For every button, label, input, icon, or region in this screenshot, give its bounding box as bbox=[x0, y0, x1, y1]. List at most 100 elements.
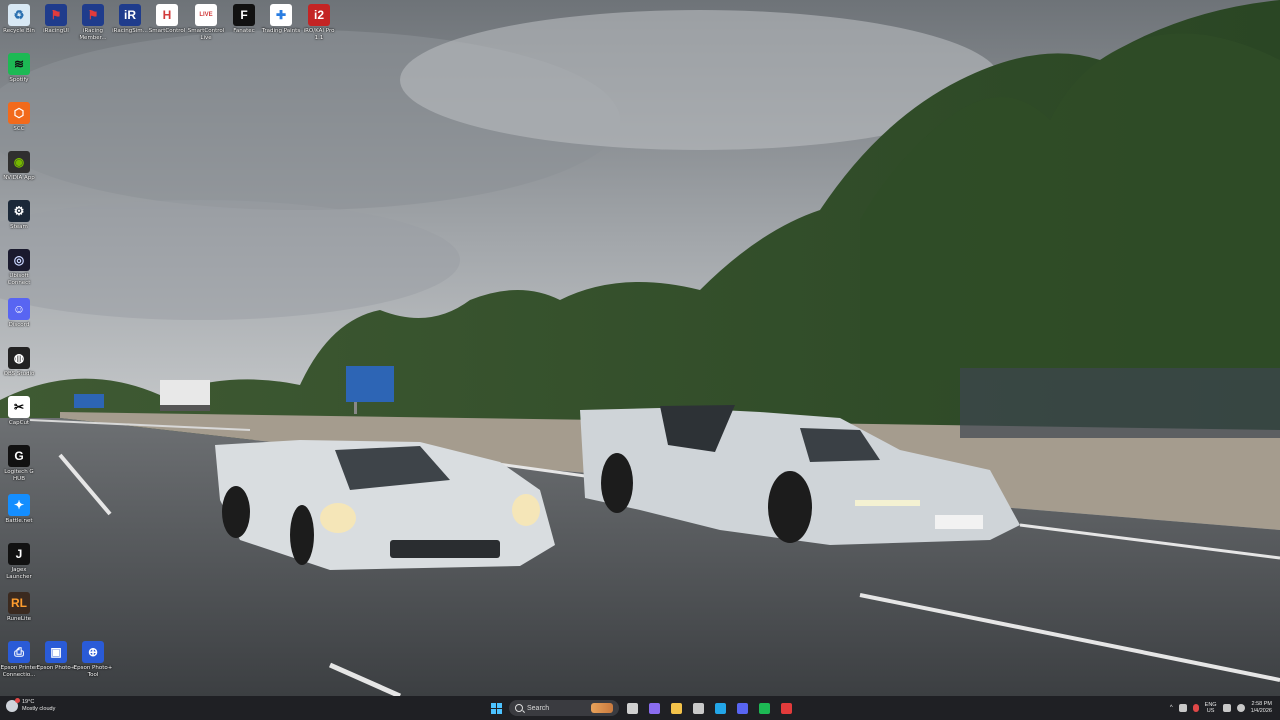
jagex-launcher-icon: J bbox=[8, 543, 30, 565]
discord-icon bbox=[736, 702, 748, 714]
search-placeholder: Search bbox=[527, 704, 550, 712]
desktop-icon-label: iRacing Member... bbox=[79, 28, 107, 41]
region-code: US bbox=[1206, 708, 1215, 714]
copilot-icon bbox=[648, 702, 660, 714]
desktop-icon-spotify[interactable]: ≋ Spotify bbox=[0, 53, 38, 84]
desktop-icon-label: SmartControl Live bbox=[187, 28, 225, 41]
chevron-up-icon[interactable]: ^ bbox=[1170, 705, 1173, 711]
desktop-icon-label: Steam bbox=[10, 224, 28, 230]
desktop-icon-iracing-member[interactable]: ⚑ iRacing Member... bbox=[74, 4, 112, 41]
desktop-icon-steam[interactable]: ⚙ Steam bbox=[0, 200, 38, 231]
desktop-icon-iracingui[interactable]: ⚑ iRacingUI bbox=[37, 4, 75, 35]
search-box[interactable]: Search bbox=[509, 700, 619, 716]
ubisoft-connect-icon: ◎ bbox=[8, 249, 30, 271]
smartcontrol-live-icon: LIVE bbox=[195, 4, 217, 26]
desktop-icon-label: Epson Printer Connectio... bbox=[0, 665, 38, 678]
desktop-icon-battle-net[interactable]: ✦ Battle.net bbox=[0, 494, 38, 525]
weather-temperature: 19°C bbox=[22, 699, 35, 705]
search-icon bbox=[515, 704, 523, 712]
desktop-icon-recycle-bin[interactable]: ♻ Recycle Bin bbox=[0, 4, 38, 35]
epson-photo-icon: ▣ bbox=[45, 641, 67, 663]
desktop-icon-label: iRO/KAI Pro 1.1 bbox=[303, 28, 335, 41]
desktop-icon-nvidia-app[interactable]: ◉ NVIDIA App bbox=[0, 151, 38, 182]
desktop-icon-label: NVIDIA App bbox=[3, 175, 35, 181]
taskbar-apps bbox=[623, 699, 795, 717]
monitor-icon[interactable] bbox=[1222, 704, 1231, 712]
desktop-icon-label: Epson Photo+ Tool bbox=[73, 665, 113, 678]
iro-kai-pro-1-1-icon: i2 bbox=[308, 4, 330, 26]
desktop-icon-fanatec[interactable]: F Fanatec bbox=[225, 4, 263, 35]
taskbar-app-file-explorer[interactable] bbox=[667, 699, 685, 717]
search-highlight-icon bbox=[591, 703, 613, 713]
desktop-icon-discord[interactable]: ☺ Discord bbox=[0, 298, 38, 329]
taskbar-app-iracing[interactable] bbox=[777, 699, 795, 717]
clock-date: 1/4/2026 bbox=[1250, 708, 1272, 714]
desktop-icon-label: Battle.net bbox=[5, 518, 33, 524]
desktop-icon-label: Logitech G HUB bbox=[4, 469, 34, 482]
battle-net-icon: ✦ bbox=[8, 494, 30, 516]
clock[interactable]: 2:58 PM 1/4/2026 bbox=[1251, 701, 1272, 715]
desktop-icon-obs-studio[interactable]: ◍ OBS Studio bbox=[0, 347, 38, 378]
desktop-icon-iro-kai-pro-1-1[interactable]: i2 iRO/KAI Pro 1.1 bbox=[300, 4, 338, 41]
desktop-icon-ubisoft-connect[interactable]: ◎ Ubisoft Connect bbox=[0, 249, 38, 286]
desktop-icon-epson-printer-connectio[interactable]: ⎙ Epson Printer Connectio... bbox=[0, 641, 38, 678]
desktop-icon-smartcontrol[interactable]: H SmartControl bbox=[148, 4, 186, 35]
desktop-icon-label: Discord bbox=[8, 322, 30, 328]
taskbar-center: Search bbox=[487, 699, 795, 717]
weather-description: Mostly cloudy bbox=[22, 706, 56, 712]
calculator-icon bbox=[692, 702, 704, 714]
task-view-icon bbox=[626, 702, 638, 714]
obs-studio-icon: ◍ bbox=[8, 347, 30, 369]
microphone-icon[interactable] bbox=[1192, 704, 1199, 712]
desktop-icon-label: iRacingUI bbox=[43, 28, 69, 34]
desktop-icon-logitech-g-hub[interactable]: G Logitech G HUB bbox=[0, 445, 38, 482]
desktop-icon-iracingsim[interactable]: iR iRacingSim... bbox=[111, 4, 149, 35]
fanatec-icon: F bbox=[233, 4, 255, 26]
desktop-icon-runelite[interactable]: RL RuneLite bbox=[0, 592, 38, 623]
weather-cloud-icon bbox=[6, 698, 20, 712]
system-tray: ^ ENG US 2:58 PM 1/4/2026 bbox=[1170, 696, 1280, 720]
taskbar-app-discord[interactable] bbox=[733, 699, 751, 717]
spotify-icon bbox=[758, 702, 770, 714]
iracingui-icon: ⚑ bbox=[45, 4, 67, 26]
desktop-icon-smartcontrol-live[interactable]: LIVE SmartControl Live bbox=[187, 4, 225, 41]
language-indicator[interactable]: ENG US bbox=[1205, 702, 1217, 715]
epson-printer-connectio-icon: ⎙ bbox=[8, 641, 30, 663]
taskbar-app-spotify[interactable] bbox=[755, 699, 773, 717]
desktop-icon-jagex-launcher[interactable]: J Jagex Launcher bbox=[0, 543, 38, 580]
desktop-icon-scc[interactable]: ⬡ SCC bbox=[0, 102, 38, 133]
taskbar-app-copilot[interactable] bbox=[645, 699, 663, 717]
file-explorer-icon bbox=[670, 702, 682, 714]
iracing-icon bbox=[780, 702, 792, 714]
taskbar-app-task-view[interactable] bbox=[623, 699, 641, 717]
start-button[interactable] bbox=[487, 699, 505, 717]
desktop-icon-epson-photo[interactable]: ▣ Epson Photo+ bbox=[37, 641, 75, 672]
iracingsim-icon: iR bbox=[119, 4, 141, 26]
logitech-g-hub-icon: G bbox=[8, 445, 30, 467]
desktop-icon-label: Fanatec bbox=[233, 28, 255, 34]
desktop-icon-label: SCC bbox=[13, 126, 25, 132]
speaker-icon[interactable] bbox=[1236, 704, 1245, 712]
desktop-icon-label: OBS Studio bbox=[3, 371, 35, 377]
desktop-icon-label: Jagex Launcher bbox=[6, 567, 32, 580]
desktop-icon-epson-photo-tool[interactable]: ⊕ Epson Photo+ Tool bbox=[74, 641, 112, 678]
desktop-icon-label: iRacingSim... bbox=[112, 28, 148, 34]
smartcontrol-icon: H bbox=[156, 4, 178, 26]
desktop-icon-label: Trading Paints bbox=[261, 28, 301, 34]
taskbar-app-edge[interactable] bbox=[711, 699, 729, 717]
discord-icon: ☺ bbox=[8, 298, 30, 320]
cloud-icon[interactable] bbox=[1178, 704, 1187, 712]
desktop-icon-trading-paints[interactable]: ✚ Trading Paints bbox=[262, 4, 300, 35]
trading-paints-icon: ✚ bbox=[270, 4, 292, 26]
taskbar-app-calculator[interactable] bbox=[689, 699, 707, 717]
edge-icon bbox=[714, 702, 726, 714]
windows-logo-icon bbox=[490, 702, 502, 714]
desktop-wallpaper bbox=[0, 0, 1280, 696]
taskbar: 19°C Mostly cloudy Search ^ ENG US 2:58 … bbox=[0, 696, 1280, 720]
steam-icon: ⚙ bbox=[8, 200, 30, 222]
desktop-icon-capcut[interactable]: ✂ CapCut bbox=[0, 396, 38, 427]
desktop-icon-label: SmartControl bbox=[148, 28, 186, 34]
weather-widget[interactable]: 19°C Mostly cloudy bbox=[6, 698, 56, 713]
iracing-member-icon: ⚑ bbox=[82, 4, 104, 26]
nvidia-app-icon: ◉ bbox=[8, 151, 30, 173]
